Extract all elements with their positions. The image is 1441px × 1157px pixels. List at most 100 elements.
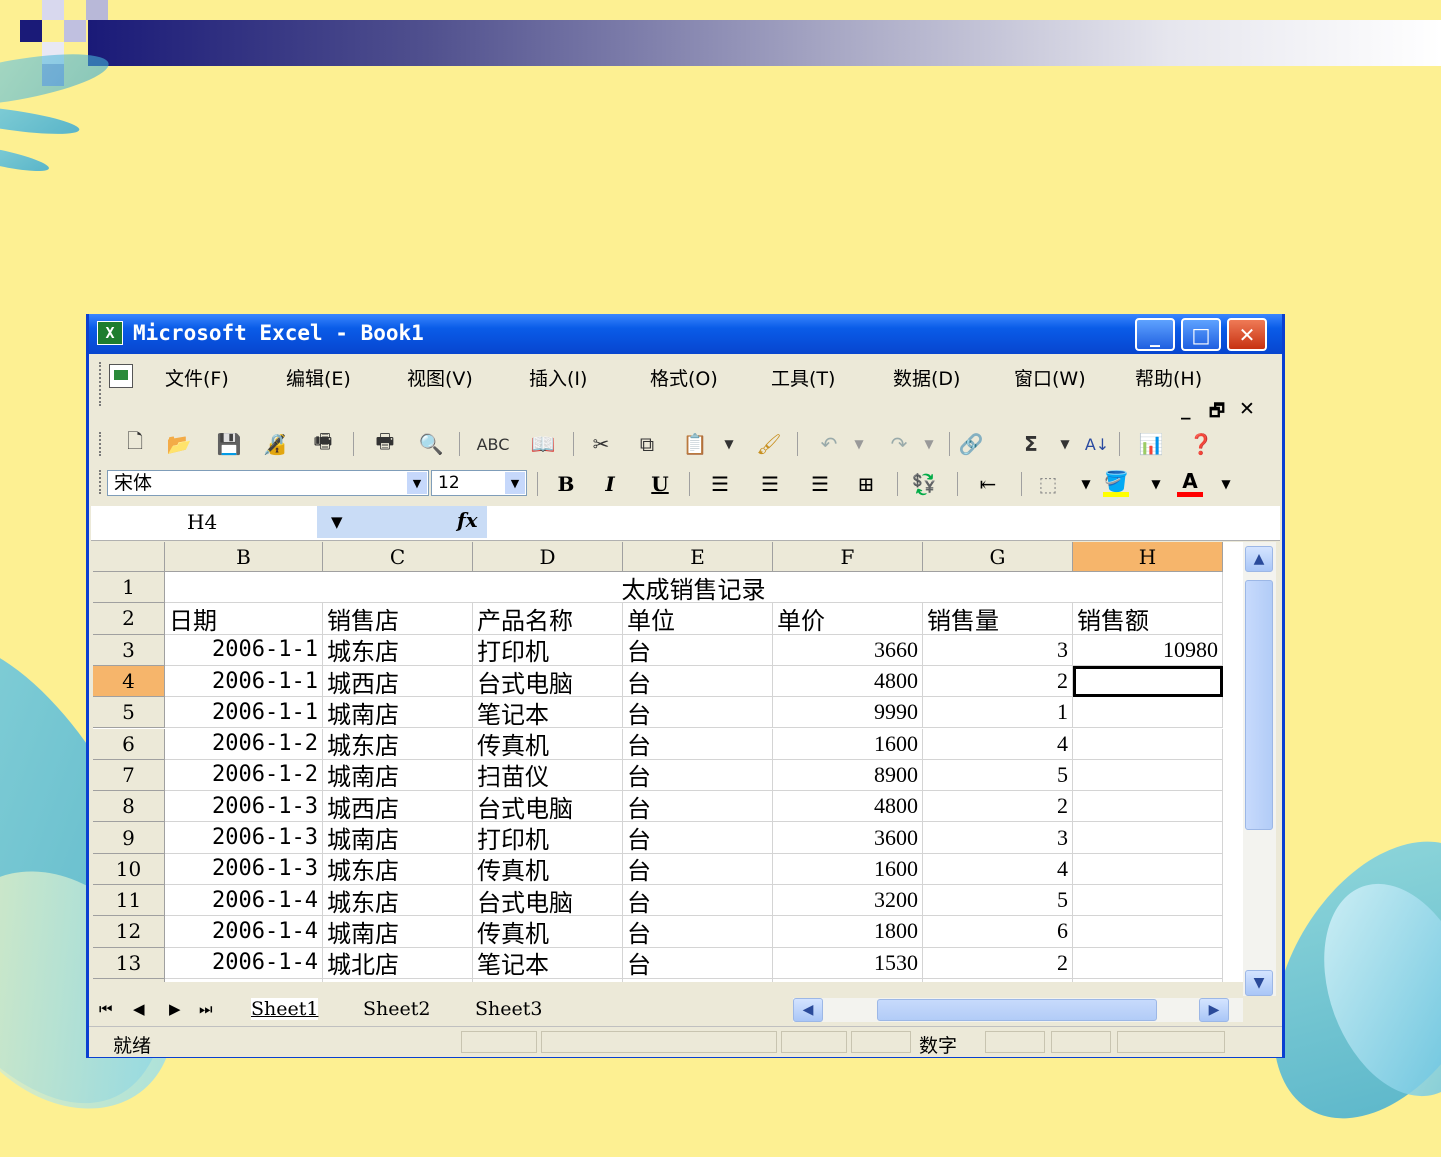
table-cell[interactable]: 4800 [773, 665, 923, 698]
table-cell[interactable]: 台 [623, 978, 773, 982]
scroll-up-icon[interactable]: ▲ [1245, 546, 1273, 572]
insert-function-icon[interactable]: fx [457, 508, 478, 532]
table-cell[interactable]: 2006-1-1 [165, 665, 323, 698]
menu-view[interactable]: 视图(V) [407, 364, 473, 391]
doc-close-button[interactable]: ✕ [1239, 398, 1255, 420]
table-cell[interactable]: 8900 [773, 759, 923, 792]
align-right-icon[interactable]: ☰ [807, 470, 833, 498]
table-cell[interactable]: 扫苗仪 [473, 978, 623, 982]
toolbar-grip[interactable] [99, 470, 104, 494]
borders-dropdown-icon[interactable]: ▼ [1073, 470, 1099, 498]
table-cell[interactable]: 城东店 [323, 634, 473, 666]
open-icon[interactable]: 📂 [165, 430, 193, 458]
table-cell[interactable]: 台式电脑 [473, 791, 623, 823]
merge-center-icon[interactable]: ⊞ [853, 470, 879, 498]
undo-dropdown-icon[interactable]: ▼ [845, 430, 873, 458]
paste-icon[interactable]: 📋 [681, 430, 709, 458]
table-cell[interactable]: 1530 [773, 947, 923, 979]
new-icon[interactable]: 🗋 [121, 429, 149, 458]
table-cell[interactable]: 传真机 [473, 853, 623, 885]
table-cell[interactable]: 台 [623, 822, 773, 854]
redo-dropdown-icon[interactable]: ▼ [915, 430, 943, 458]
table-cell[interactable]: 2006-1-3 [165, 791, 323, 823]
align-left-icon[interactable]: ☰ [707, 470, 733, 498]
format-painter-icon[interactable]: 🖌 [755, 430, 783, 458]
table-cell[interactable]: 传真机 [473, 916, 623, 948]
table-cell[interactable] [1073, 853, 1223, 885]
table-cell[interactable]: 3200 [773, 885, 923, 917]
select-all-corner[interactable] [93, 542, 165, 572]
menu-tools[interactable]: 工具(T) [771, 364, 835, 391]
close-button[interactable]: ✕ [1227, 318, 1267, 351]
table-cell[interactable]: 台 [623, 885, 773, 917]
permission-icon[interactable]: 🔏 [261, 430, 289, 458]
maximize-button[interactable]: □ [1181, 318, 1221, 351]
doc-restore-button[interactable]: 🗗 [1209, 398, 1225, 427]
prev-sheet-icon[interactable]: ◀ [133, 1000, 145, 1018]
row-header[interactable]: 1 [93, 572, 165, 604]
row-header[interactable]: 6 [93, 728, 165, 760]
font-size-select[interactable]: 12 ▼ [431, 470, 527, 496]
menu-edit[interactable]: 编辑(E) [286, 364, 351, 391]
table-cell[interactable]: 3 [923, 822, 1073, 854]
redo-icon[interactable]: ↷ [885, 430, 913, 458]
table-cell[interactable]: 2006-1-4 [165, 885, 323, 917]
sort-ascending-icon[interactable]: A↓ [1083, 430, 1111, 458]
table-cell[interactable]: 7770 [773, 978, 923, 982]
autosum-dropdown-icon[interactable]: ▼ [1051, 430, 1079, 458]
table-cell[interactable]: 城东店 [323, 885, 473, 917]
table-cell[interactable]: 2006-1-1 [165, 634, 323, 666]
help-icon[interactable]: ❓ [1187, 430, 1215, 458]
column-header[interactable]: D [473, 542, 623, 572]
menu-window[interactable]: 窗口(W) [1014, 364, 1086, 391]
table-cell[interactable]: 城南店 [323, 697, 473, 729]
table-cell[interactable]: 台 [623, 759, 773, 792]
vertical-scrollbar[interactable]: ▲ ▼ [1243, 542, 1276, 997]
borders-icon[interactable]: ⬚ [1035, 470, 1061, 498]
table-cell[interactable]: 4 [923, 728, 1073, 760]
column-title-cell[interactable]: 销售量 [923, 603, 1073, 635]
tab-sheet3[interactable]: Sheet3 [475, 998, 542, 1020]
email-icon[interactable]: 🖷 [309, 429, 337, 458]
table-cell[interactable] [1073, 791, 1223, 823]
table-cell[interactable]: 2006-1-1 [165, 697, 323, 729]
table-cell[interactable]: 6 [923, 916, 1073, 948]
table-cell[interactable]: 2006-1-4 [165, 916, 323, 948]
row-header[interactable]: 7 [93, 759, 165, 792]
table-cell[interactable]: 城西店 [323, 791, 473, 823]
table-cell[interactable]: 打印机 [473, 634, 623, 666]
table-cell[interactable]: 4800 [773, 791, 923, 823]
currency-icon[interactable]: 💱 [911, 470, 937, 498]
table-cell[interactable]: 城南店 [323, 822, 473, 854]
table-cell[interactable]: 10980 [1073, 634, 1223, 666]
table-cell[interactable]: 5 [923, 759, 1073, 792]
menu-file[interactable]: 文件(F) [165, 364, 229, 391]
row-header[interactable]: 14 [93, 978, 165, 982]
row-header[interactable]: 8 [93, 791, 165, 823]
bold-button[interactable]: B [553, 470, 579, 498]
table-cell[interactable]: 台 [623, 665, 773, 698]
table-cell[interactable]: 城北店 [323, 947, 473, 979]
table-cell[interactable] [1073, 978, 1223, 982]
tab-sheet2[interactable]: Sheet2 [363, 998, 430, 1020]
scroll-left-icon[interactable]: ◀ [793, 998, 823, 1022]
center-icon[interactable]: ☰ [757, 470, 783, 498]
table-cell[interactable]: 台 [623, 791, 773, 823]
copy-icon[interactable]: ⧉ [633, 430, 661, 458]
chevron-down-icon[interactable]: ▼ [331, 513, 343, 531]
row-header[interactable]: 9 [93, 822, 165, 854]
row-header[interactable]: 13 [93, 947, 165, 979]
column-title-cell[interactable]: 日期 [165, 603, 323, 635]
table-cell[interactable] [1073, 947, 1223, 979]
table-cell[interactable]: 1600 [773, 728, 923, 760]
print-preview-icon[interactable]: 🔍 [417, 430, 445, 458]
menu-data[interactable]: 数据(D) [893, 364, 960, 391]
fill-color-icon[interactable]: 🪣 [1103, 469, 1129, 497]
formula-input[interactable] [487, 506, 1280, 538]
table-cell[interactable]: 台 [623, 853, 773, 885]
scroll-thumb[interactable] [877, 999, 1157, 1021]
table-cell[interactable] [1073, 885, 1223, 917]
column-title-cell[interactable]: 销售额 [1073, 603, 1223, 635]
column-title-cell[interactable]: 产品名称 [473, 603, 623, 635]
row-header[interactable]: 3 [93, 634, 165, 666]
